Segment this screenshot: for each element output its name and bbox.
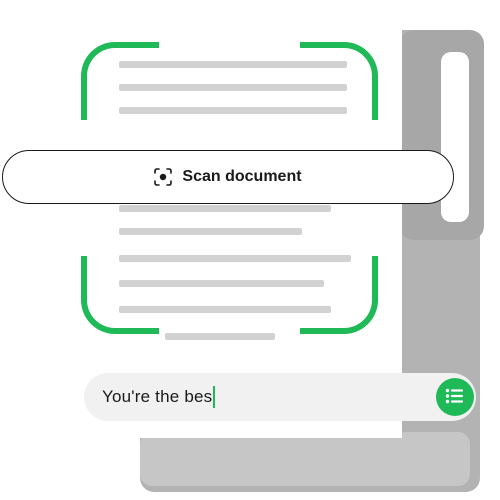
scan-frame-corner-top-right xyxy=(300,42,378,120)
scan-document-label: Scan document xyxy=(182,168,302,185)
scan-document-button[interactable]: Scan document xyxy=(2,150,454,204)
list-icon xyxy=(445,388,465,407)
message-input[interactable]: You're the bes xyxy=(84,373,476,421)
text-line xyxy=(119,228,302,235)
message-input-value: You're the bes xyxy=(102,387,213,406)
scan-frame-corner-top-left xyxy=(81,42,159,120)
scan-frame-corner-bottom-right xyxy=(300,256,378,334)
text-line xyxy=(165,333,275,340)
list-button[interactable] xyxy=(436,378,474,416)
text-caret xyxy=(213,386,216,408)
text-line xyxy=(119,205,331,212)
scan-icon xyxy=(154,168,173,186)
scan-frame-corner-bottom-left xyxy=(81,256,159,334)
background-bottom-sheet xyxy=(140,432,470,486)
